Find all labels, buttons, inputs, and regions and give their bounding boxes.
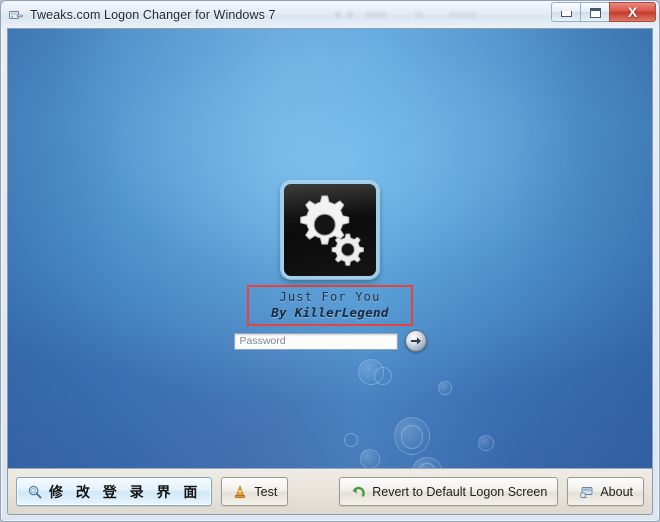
password-input[interactable]: Password — [233, 332, 398, 350]
test-label: Test — [254, 484, 278, 499]
user-subtitle: By KillerLegend — [271, 305, 389, 320]
change-logon-screen-label: 修 改 登 录 界 面 — [49, 484, 202, 501]
close-button[interactable]: X — [609, 2, 656, 22]
about-button[interactable]: About — [567, 477, 644, 506]
avatar[interactable] — [281, 181, 379, 279]
bottom-toolbar: 修 改 登 录 界 面 Test Revert to Default Logon… — [7, 468, 653, 515]
gears-icon — [300, 195, 364, 266]
magnifier-icon — [27, 484, 43, 500]
about-label: About — [600, 484, 633, 499]
app-window-icon — [8, 7, 24, 23]
maximize-icon — [590, 8, 601, 18]
minimize-icon — [561, 11, 572, 17]
submit-button[interactable] — [404, 330, 427, 352]
test-button[interactable]: Test — [221, 477, 289, 506]
arrow-right-icon — [410, 337, 421, 345]
logon-screen-preview[interactable]: Just For You By KillerLegend Password — [7, 28, 653, 468]
user-display-name: Just For You — [279, 290, 381, 304]
minimize-button[interactable] — [551, 2, 580, 22]
window-title: Tweaks.com Logon Changer for Windows 7 — [30, 7, 276, 22]
revert-to-default-button[interactable]: Revert to Default Logon Screen — [339, 477, 559, 506]
maximize-button[interactable] — [580, 2, 609, 22]
revert-to-default-label: Revert to Default Logon Screen — [372, 484, 548, 499]
title-bar[interactable]: Tweaks.com Logon Changer for Windows 7 X — [1, 1, 659, 28]
about-monitor-icon — [578, 484, 594, 500]
app-window: Tweaks.com Logon Changer for Windows 7 X — [0, 0, 660, 522]
user-name-highlight-box: Just For You By KillerLegend — [247, 285, 413, 326]
undo-arrow-icon — [350, 484, 366, 500]
close-icon: X — [627, 4, 638, 20]
password-row: Password — [233, 330, 427, 352]
logon-user-block: Just For You By KillerLegend Password — [230, 181, 430, 352]
change-logon-screen-button[interactable]: 修 改 登 录 界 面 — [16, 477, 213, 506]
background-window-artifact — [331, 5, 541, 23]
window-controls: X — [551, 2, 656, 22]
password-placeholder: Password — [239, 335, 286, 347]
traffic-cone-icon — [232, 484, 248, 500]
